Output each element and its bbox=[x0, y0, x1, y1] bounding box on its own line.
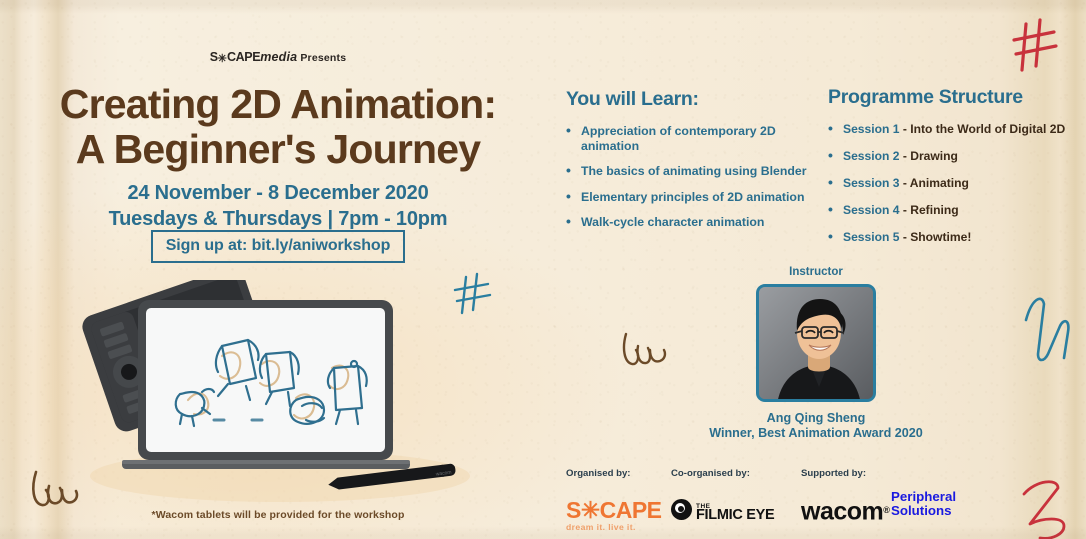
supporter-block: Supported by: wacom® bbox=[801, 468, 890, 526]
learn-item-2: Elementary principles of 2D animation bbox=[581, 189, 805, 204]
list-item: Session 4 - Refining bbox=[828, 202, 1084, 218]
session-sep-2: - bbox=[899, 176, 910, 190]
session-topic-1: Drawing bbox=[910, 149, 958, 163]
session-label-1: Session 2 bbox=[843, 149, 900, 163]
supported-by-label: Supported by: bbox=[801, 468, 867, 479]
scape-logo-text: S✳CAPE bbox=[566, 497, 662, 523]
title-line-2: A Beginner's Journey bbox=[75, 126, 481, 172]
co-organiser-block: Co-organised by: THE FILMIC EYE bbox=[671, 468, 775, 523]
programme-section: Programme Structure Session 1 - Into the… bbox=[828, 86, 1084, 257]
instructor-section: Instructor Ang Qing Sheng Winner, Best A… bbox=[700, 266, 932, 441]
organised-by-label: Organised by: bbox=[566, 468, 631, 479]
filmic-eye-logo: THE FILMIC EYE bbox=[671, 499, 775, 523]
instructor-portrait bbox=[759, 287, 873, 399]
learn-item-0: Appreciation of contemporary 2D animatio… bbox=[581, 124, 776, 153]
session-label-0: Session 1 bbox=[843, 122, 900, 136]
list-item: Walk-cycle character animation bbox=[566, 214, 828, 230]
wacom-logo-text: wacom bbox=[801, 497, 884, 526]
scape-star-icon: ✳ bbox=[217, 53, 228, 65]
list-item: The basics of animating using Blender bbox=[566, 163, 828, 179]
doodle-zigzag-red-bottomright bbox=[1022, 480, 1066, 539]
page-title: Creating 2D Animation: A Beginner's Jour… bbox=[0, 82, 556, 172]
dates-schedule: Tuesdays & Thursdays | 7pm - 10pm bbox=[108, 208, 448, 230]
list-item: Session 5 - Showtime! bbox=[828, 229, 1084, 245]
session-label-2: Session 3 bbox=[843, 176, 900, 190]
doodle-hash-red-topright bbox=[1012, 18, 1058, 72]
session-label-3: Session 4 bbox=[843, 203, 900, 217]
wacom-registered-mark: ® bbox=[883, 505, 890, 515]
scape-logo: S✳CAPE dream it. live it. bbox=[566, 497, 662, 533]
session-topic-3: Refining bbox=[910, 203, 959, 217]
event-dates: 24 November - 8 December 2020 Tuesdays &… bbox=[0, 180, 556, 232]
filmic-eye-text: FILMIC EYE bbox=[696, 507, 775, 523]
session-sep-1: - bbox=[899, 149, 911, 163]
laptop-and-graphics-tablet-illustration: wacom bbox=[82, 280, 470, 502]
peripheral-solutions-logo: Peripheral Solutions bbox=[891, 490, 956, 518]
instructor-credential: Winner, Best Animation Award 2020 bbox=[709, 426, 923, 440]
doodle-squiggle-brown-center bbox=[622, 332, 667, 366]
instructor-details: Ang Qing Sheng Winner, Best Animation Aw… bbox=[700, 411, 932, 441]
session-label-4: Session 5 bbox=[843, 230, 900, 244]
brand-media: media bbox=[260, 50, 298, 64]
peripheral-line-1: Peripheral bbox=[891, 489, 957, 504]
title-line-1: Creating 2D Animation: bbox=[59, 81, 497, 127]
signup-button[interactable]: Sign up at: bit.ly/aniworkshop bbox=[150, 230, 406, 263]
eye-icon bbox=[671, 499, 692, 520]
scape-tagline: dream it. live it. bbox=[566, 522, 636, 532]
learn-list: Appreciation of contemporary 2D animatio… bbox=[566, 123, 828, 230]
poster-canvas: S✳CAPEmedia Presents Creating 2D Animatio… bbox=[0, 0, 1086, 539]
session-sep-4: - bbox=[899, 230, 911, 244]
learn-item-1: The basics of animating using Blender bbox=[581, 164, 807, 178]
session-sep-0: - bbox=[899, 122, 911, 136]
list-item: Session 2 - Drawing bbox=[828, 148, 1084, 164]
wacom-logo: wacom® bbox=[801, 497, 890, 526]
tablet-disclaimer: *Wacom tablets will be provided for the … bbox=[151, 509, 405, 521]
learn-section: You will Learn: Appreciation of contempo… bbox=[566, 88, 828, 241]
brand-presents: Presents bbox=[300, 52, 347, 64]
session-sep-3: - bbox=[899, 203, 911, 217]
list-item: Appreciation of contemporary 2D animatio… bbox=[566, 123, 828, 153]
brand-scape-cape: CAPE bbox=[227, 50, 261, 64]
session-topic-4: Showtime! bbox=[910, 230, 972, 244]
organiser-block: Organised by: S✳CAPE dream it. live it. bbox=[566, 468, 662, 532]
doodle-zigzag-blue-right bbox=[1024, 297, 1070, 362]
programme-heading: Programme Structure bbox=[828, 86, 1023, 108]
learn-heading: You will Learn: bbox=[566, 88, 699, 110]
instructor-label: Instructor bbox=[789, 266, 843, 278]
session-topic-0: Into the World of Digital 2D bbox=[910, 122, 1066, 136]
learn-item-3: Walk-cycle character animation bbox=[581, 215, 765, 229]
signup-container: Sign up at: bit.ly/aniworkshop bbox=[0, 230, 556, 263]
instructor-name: Ang Qing Sheng bbox=[766, 411, 866, 425]
list-item: Elementary principles of 2D animation bbox=[566, 189, 828, 205]
list-item: Session 3 - Animating bbox=[828, 175, 1084, 191]
peripheral-line-2: Solutions bbox=[891, 503, 952, 518]
dates-range: 24 November - 8 December 2020 bbox=[127, 182, 429, 204]
list-item: Session 1 - Into the World of Digital 2D bbox=[828, 121, 1084, 137]
brand-scape-s: S bbox=[209, 50, 218, 64]
peripheral-solutions-block: Peripheral Solutions bbox=[891, 490, 956, 518]
avatar bbox=[756, 284, 876, 402]
session-topic-2: Animating bbox=[909, 176, 969, 190]
scape-media-presents-header: S✳CAPEmedia Presents bbox=[0, 50, 556, 65]
programme-list: Session 1 - Into the World of Digital 2D… bbox=[828, 121, 1084, 245]
co-organised-by-label: Co-organised by: bbox=[671, 468, 750, 479]
